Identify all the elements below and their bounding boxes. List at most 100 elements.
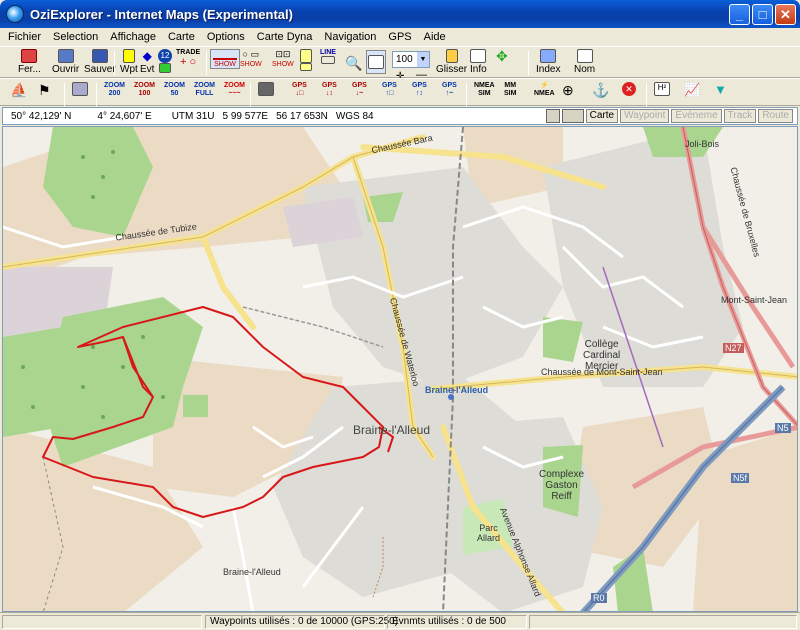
menu-carte[interactable]: Carte	[162, 31, 201, 43]
save-button[interactable]: Sauver	[84, 49, 116, 75]
menu-gps[interactable]: GPS	[382, 31, 417, 43]
map-select-button[interactable]	[366, 50, 386, 74]
menu-aide[interactable]: Aide	[418, 31, 452, 43]
trade-counter-button[interactable]: 12	[158, 49, 172, 73]
title-bar: OziExplorer - Internet Maps (Experimenta…	[0, 0, 800, 28]
waypoint-icon	[122, 49, 135, 63]
stop-button[interactable]: ✕	[622, 82, 636, 96]
track-line-icon	[213, 50, 237, 60]
label-mont-saint-jean: Mont-Saint-Jean	[721, 295, 788, 305]
status-panel-right	[529, 615, 797, 629]
label-chaussee-mont-saint-jean: Chaussée de Mont-Saint-Jean	[541, 367, 663, 377]
label-parc-allard: Parc Allard	[477, 523, 501, 543]
show-routes-button[interactable]: ⊡⊡ SHOW	[272, 49, 294, 68]
waypoint-list-icon: ○ ▭	[242, 49, 260, 59]
stop-icon: ✕	[622, 82, 636, 96]
tab-carte[interactable]: Carte	[585, 109, 619, 123]
menu-affichage[interactable]: Affichage	[104, 31, 162, 43]
filter-icon: ▼	[714, 82, 727, 97]
gps-button-4[interactable]: GPS ↑□	[382, 82, 397, 98]
zoom-100-button[interactable]: ZOOM 100	[134, 82, 155, 98]
trade-button[interactable]: TRADE + ○	[176, 49, 200, 68]
filter-button[interactable]: ▼	[714, 82, 727, 97]
save-dropdown-icon[interactable]	[561, 109, 584, 123]
info-icon	[470, 49, 487, 63]
northing: 56 17 653N	[276, 110, 328, 122]
chevron-down-icon: ▼	[417, 52, 429, 67]
waypoints-count: Waypoints utilisés : 0 de 10000 (GPS:250…	[205, 615, 398, 629]
walker-button[interactable]: ⚑	[38, 82, 51, 99]
zoom-full-button[interactable]: ZOOM FULL	[194, 82, 215, 98]
zoom-level-select[interactable]: 100 ▼	[392, 51, 430, 68]
anchor-icon: ⚓	[592, 82, 610, 98]
waypoint-button[interactable]: Wpt	[120, 49, 138, 75]
index-button[interactable]: Index	[536, 49, 560, 75]
nmea-button[interactable]: ⚡ NMEA	[534, 82, 555, 98]
menu-fichier[interactable]: Fichier	[2, 31, 47, 43]
event-button[interactable]: ◆ Evt	[140, 49, 154, 75]
gps-button-5[interactable]: GPS ↑↕	[412, 82, 427, 98]
search-button[interactable]: 🔍	[345, 55, 362, 72]
map-view[interactable]: Chaussée Bara Chaussée de Tubize Joli-Bo…	[2, 126, 798, 612]
copy-map-button[interactable]	[72, 82, 88, 96]
main-toolbar: Fer... Ouvrir Sauver Wpt ◆ Evt 12 TRADE …	[0, 46, 800, 82]
label-r0: R0	[591, 593, 607, 603]
app-icon[interactable]	[6, 5, 24, 23]
profile-button[interactable]: 📈	[684, 82, 700, 98]
tab-track[interactable]: Track	[723, 109, 757, 123]
route-icon: ⊡⊡	[275, 49, 291, 59]
gps-button-3[interactable]: GPS ↓~	[352, 82, 367, 98]
info-button[interactable]: Info	[470, 49, 487, 75]
green-square-icon	[159, 63, 171, 73]
status-bar: Waypoints utilisés : 0 de 10000 (GPS:250…	[0, 612, 800, 630]
zoom-custom-button[interactable]: ZOOM ~~~	[224, 82, 245, 98]
drag-button[interactable]: Glisser	[436, 49, 467, 75]
gps-device-icon	[258, 82, 274, 96]
h2-button[interactable]: H²	[654, 82, 670, 96]
open-button[interactable]: Ouvrir	[52, 49, 79, 75]
label-joli-bois: Joli-Bois	[685, 139, 720, 149]
menu-navigation[interactable]: Navigation	[318, 31, 382, 43]
label-n5f: N5f	[731, 473, 750, 483]
label-n27: N27	[723, 343, 744, 353]
gps-device-button[interactable]	[258, 82, 274, 96]
tab-waypoint[interactable]: Waypoint	[620, 109, 670, 123]
zoom-50-button[interactable]: ZOOM 50	[164, 82, 185, 98]
map-canvas[interactable]	[3, 127, 798, 612]
navigate-button[interactable]: ✥	[496, 49, 508, 63]
ruler2-icon	[300, 63, 312, 71]
close-button[interactable]: ✕	[775, 4, 796, 25]
gps-button-2[interactable]: GPS ↓↕	[322, 82, 337, 98]
minimize-button[interactable]: _	[729, 4, 750, 25]
plus-circle-icon: + ○	[180, 56, 197, 68]
utm-zone: UTM 31U	[171, 110, 215, 122]
index-icon	[540, 49, 557, 63]
measure-button[interactable]	[300, 49, 312, 71]
image-icon[interactable]	[545, 109, 560, 123]
target-icon: ⊕	[562, 82, 574, 98]
target-button[interactable]: ⊕	[562, 82, 574, 99]
zoom-200-button[interactable]: ZOOM 200	[104, 82, 125, 98]
menu-options[interactable]: Options	[201, 31, 251, 43]
tab-evenement[interactable]: Événeme	[671, 109, 722, 123]
name-button[interactable]: Nom	[574, 49, 595, 75]
track-tool-button[interactable]: ⛵	[10, 82, 27, 99]
save-icon	[91, 49, 108, 63]
close-map-icon	[21, 49, 38, 63]
gps-button-6[interactable]: GPS ↑~	[442, 82, 457, 98]
menu-bar: Fichier Selection Affichage Carte Option…	[0, 28, 800, 46]
line-button[interactable]: LINE	[320, 49, 336, 64]
nmea-sim-button[interactable]: NMEA SIM	[474, 82, 495, 98]
menu-selection[interactable]: Selection	[47, 31, 104, 43]
gps-button-1[interactable]: GPS ↓□	[292, 82, 307, 98]
anchor-button[interactable]: ⚓	[592, 82, 609, 99]
mm-sim-button[interactable]: MM SIM	[504, 82, 516, 98]
tab-route[interactable]: Route	[758, 109, 793, 123]
longitude: 4° 24,607' E	[97, 110, 152, 122]
window-title: OziExplorer - Internet Maps (Experimenta…	[30, 6, 293, 22]
close-map-button[interactable]: Fer...	[18, 49, 41, 75]
menu-carte-dyna[interactable]: Carte Dyna	[251, 31, 319, 43]
show-waypoints-button[interactable]: ○ ▭ SHOW	[240, 49, 262, 68]
maximize-button[interactable]: □	[752, 4, 773, 25]
show-track-button[interactable]: SHOW	[210, 49, 240, 69]
